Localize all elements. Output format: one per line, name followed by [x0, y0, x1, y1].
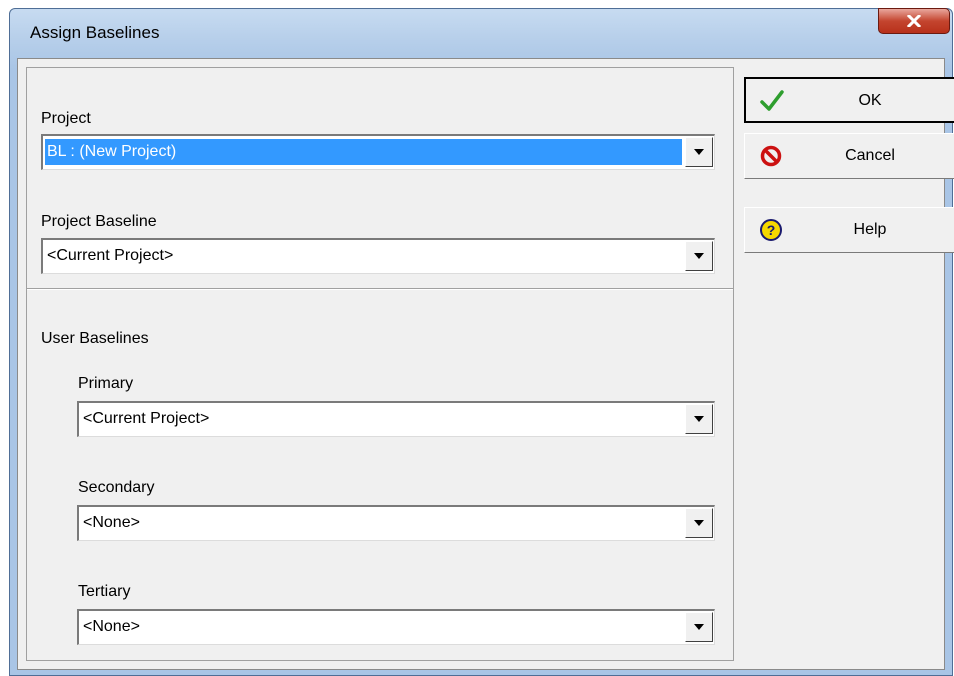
project-combo-arrow[interactable] — [685, 137, 713, 167]
baselines-group: Project BL : (New Project) Project Basel… — [26, 67, 734, 661]
ok-button-label: OK — [858, 92, 882, 109]
group-separator — [27, 288, 733, 290]
project-baseline-label: Project Baseline — [41, 213, 157, 230]
dialog-client-area: Project BL : (New Project) Project Basel… — [17, 58, 954, 670]
project-baseline-combo-arrow[interactable] — [685, 241, 713, 271]
cancel-button-label: Cancel — [845, 147, 895, 164]
project-baseline-combo-value: <Current Project> — [47, 247, 174, 264]
tertiary-baseline-combo[interactable]: <None> — [77, 609, 715, 645]
cancel-button[interactable]: Cancel — [744, 133, 954, 179]
tertiary-label: Tertiary — [78, 583, 131, 600]
no-entry-icon — [760, 145, 782, 167]
project-label: Project — [41, 110, 91, 127]
project-combo-value: BL : (New Project) — [45, 139, 682, 165]
secondary-combo-value: <None> — [83, 514, 140, 531]
project-combo[interactable]: BL : (New Project) — [41, 134, 715, 170]
help-button-label: Help — [853, 221, 887, 238]
secondary-label: Secondary — [78, 479, 155, 496]
primary-baseline-combo[interactable]: <Current Project> — [77, 401, 715, 437]
secondary-combo-arrow[interactable] — [685, 508, 713, 538]
chevron-down-icon — [694, 253, 704, 259]
checkmark-icon — [760, 90, 784, 111]
chevron-down-icon — [694, 520, 704, 526]
tertiary-combo-value: <None> — [83, 618, 140, 635]
window-title: Assign Baselines — [30, 23, 160, 42]
primary-combo-value: <Current Project> — [83, 410, 210, 427]
chevron-down-icon — [694, 624, 704, 630]
primary-label: Primary — [78, 375, 134, 392]
project-baseline-combo[interactable]: <Current Project> — [41, 238, 715, 274]
chevron-down-icon — [694, 149, 704, 155]
svg-text:?: ? — [767, 222, 776, 238]
primary-combo-arrow[interactable] — [685, 404, 713, 434]
help-button[interactable]: ? Help — [744, 207, 954, 253]
tertiary-combo-arrow[interactable] — [685, 612, 713, 642]
chevron-down-icon — [694, 416, 704, 422]
close-button[interactable] — [878, 8, 950, 34]
question-icon: ? — [760, 219, 782, 241]
user-baselines-label: User Baselines — [41, 330, 149, 347]
secondary-baseline-combo[interactable]: <None> — [77, 505, 715, 541]
assign-baselines-window: Assign Baselines Project BL : (New Proje… — [9, 8, 954, 676]
close-x-icon — [907, 15, 921, 27]
ok-button[interactable]: OK — [744, 77, 954, 123]
